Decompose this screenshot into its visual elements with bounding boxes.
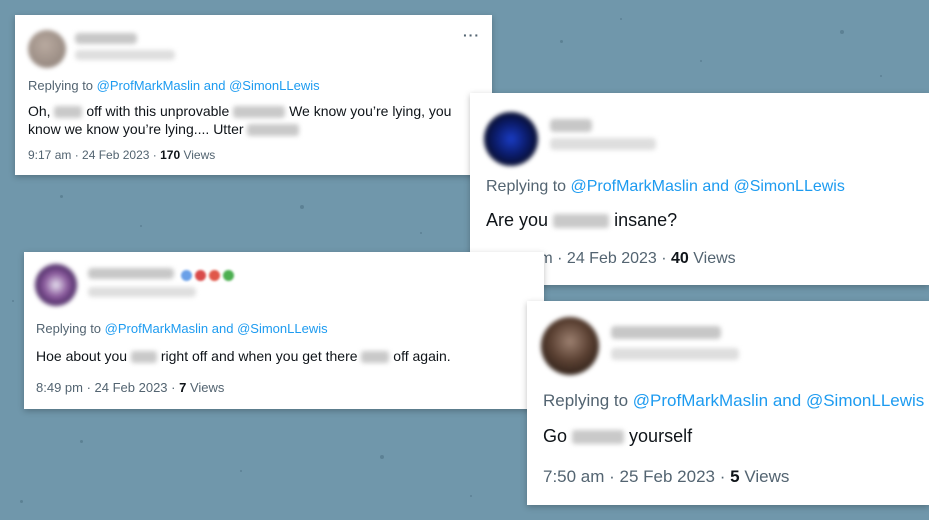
- tweet-text-segment: insane?: [614, 210, 678, 230]
- views-label: Views: [189, 380, 225, 395]
- tweet-card[interactable]: Replying to @ProfMarkMaslin and @SimonLL…: [24, 252, 544, 409]
- tweet-meta: 9:17 am · 24 Feb 2023 · 170 Views: [28, 148, 215, 162]
- background-speck: [840, 30, 844, 34]
- timestamp[interactable]: 8:49 pm · 24 Feb 2023 ·: [36, 380, 175, 395]
- tweet-text-line-1: Oh, off with this unprovable We know you…: [28, 103, 451, 119]
- views-count: 7: [179, 380, 187, 395]
- reply-prefix: Replying to: [486, 178, 567, 195]
- emoji-icon: [181, 270, 192, 281]
- emoji-badges: [178, 268, 234, 286]
- tweet-text-segment: Are you: [486, 210, 549, 230]
- mention-link[interactable]: @ProfMarkMaslin and @SimonLLewis: [105, 321, 328, 336]
- background-speck: [880, 75, 882, 77]
- background-speck: [80, 440, 83, 443]
- background-speck: [300, 205, 304, 209]
- tweet-text-segment: Hoe about you: [36, 348, 128, 364]
- redacted-word: [553, 214, 610, 229]
- handle-redacted[interactable]: [88, 287, 196, 297]
- background-speck: [700, 60, 702, 62]
- reply-context: Replying to @ProfMarkMaslin and @SimonLL…: [36, 321, 328, 336]
- background-speck: [560, 40, 563, 43]
- tweet-text-segment: off with this unprovable: [86, 103, 230, 119]
- mention-link[interactable]: @ProfMarkMaslin and @SimonLLewis: [633, 391, 925, 410]
- redacted-word: [233, 106, 286, 119]
- avatar[interactable]: [541, 317, 599, 375]
- mention-link[interactable]: @ProfMarkMaslin and @SimonLLewis: [97, 78, 320, 93]
- background-speck: [60, 195, 63, 198]
- display-name-redacted[interactable]: [88, 268, 174, 279]
- reply-prefix: Replying to: [543, 391, 629, 410]
- background-speck: [380, 455, 384, 459]
- redacted-word: [247, 124, 300, 137]
- emoji-icon: [209, 270, 220, 281]
- views-count: 40: [671, 250, 689, 267]
- tweet-card[interactable]: ··· Replying to @ProfMarkMaslin and @Sim…: [15, 15, 492, 175]
- tweet-meta: 8:49 pm · 24 Feb 2023 · 7 Views: [36, 380, 224, 395]
- timestamp[interactable]: 7:50 am · 25 Feb 2023 ·: [543, 467, 725, 486]
- views-count: 170: [160, 148, 181, 162]
- avatar[interactable]: [28, 30, 66, 68]
- redacted-word: [54, 106, 83, 119]
- redacted-word: [361, 351, 390, 364]
- views-label: Views: [183, 148, 216, 162]
- background-speck: [240, 470, 242, 472]
- tweet-text-segment: off again.: [393, 348, 451, 364]
- background-speck: [620, 18, 622, 20]
- tweet-text-line-2: know we know you’re lying.... Utter: [28, 121, 300, 137]
- background-speck: [470, 495, 472, 497]
- tweet-text-segment: Go: [543, 426, 568, 446]
- timestamp[interactable]: 9:17 am · 24 Feb 2023 ·: [28, 148, 157, 162]
- reply-prefix: Replying to: [36, 321, 102, 336]
- handle-redacted[interactable]: [550, 138, 656, 150]
- views-label: Views: [744, 467, 790, 486]
- views-count: 5: [730, 467, 740, 486]
- display-name-redacted[interactable]: [611, 326, 721, 339]
- tweet-card[interactable]: Replying to @ProfMarkMaslin and @SimonLL…: [527, 301, 929, 505]
- reply-context: Replying to @ProfMarkMaslin and @SimonLL…: [543, 391, 924, 411]
- more-options-icon[interactable]: ···: [463, 27, 480, 43]
- display-name-redacted[interactable]: [75, 33, 137, 44]
- background-speck: [12, 300, 14, 302]
- tweet-text-segment: Oh,: [28, 103, 51, 119]
- redacted-word: [130, 351, 157, 364]
- views-label: Views: [693, 250, 736, 267]
- reply-context: Replying to @ProfMarkMaslin and @SimonLL…: [28, 78, 320, 93]
- tweet-text: Are you insane?: [486, 210, 677, 231]
- tweet-text: Go yourself: [543, 426, 692, 447]
- emoji-icon: [195, 270, 206, 281]
- tweet-text-segment: know we know you’re lying.... Utter: [28, 121, 244, 137]
- tweet-text-segment: yourself: [629, 426, 693, 446]
- handle-redacted[interactable]: [75, 50, 175, 60]
- emoji-icon: [223, 270, 234, 281]
- reply-prefix: Replying to: [28, 78, 94, 93]
- avatar[interactable]: [484, 112, 538, 166]
- redacted-word: [572, 430, 625, 445]
- background-speck: [20, 500, 23, 503]
- avatar[interactable]: [35, 264, 77, 306]
- reply-context: Replying to @ProfMarkMaslin and @SimonLL…: [486, 178, 845, 196]
- background-speck: [140, 225, 142, 227]
- tweet-text-segment: We know you’re lying, you: [289, 103, 452, 119]
- background-speck: [420, 232, 422, 234]
- tweet-text-segment: right off and when you get there: [160, 348, 358, 364]
- tweet-text: Hoe about you right off and when you get…: [36, 348, 451, 364]
- display-name-redacted[interactable]: [550, 119, 592, 132]
- handle-redacted[interactable]: [611, 348, 739, 360]
- tweet-meta: 7:50 am · 25 Feb 2023 · 5 Views: [543, 467, 789, 487]
- mention-link[interactable]: @ProfMarkMaslin and @SimonLLewis: [571, 178, 845, 195]
